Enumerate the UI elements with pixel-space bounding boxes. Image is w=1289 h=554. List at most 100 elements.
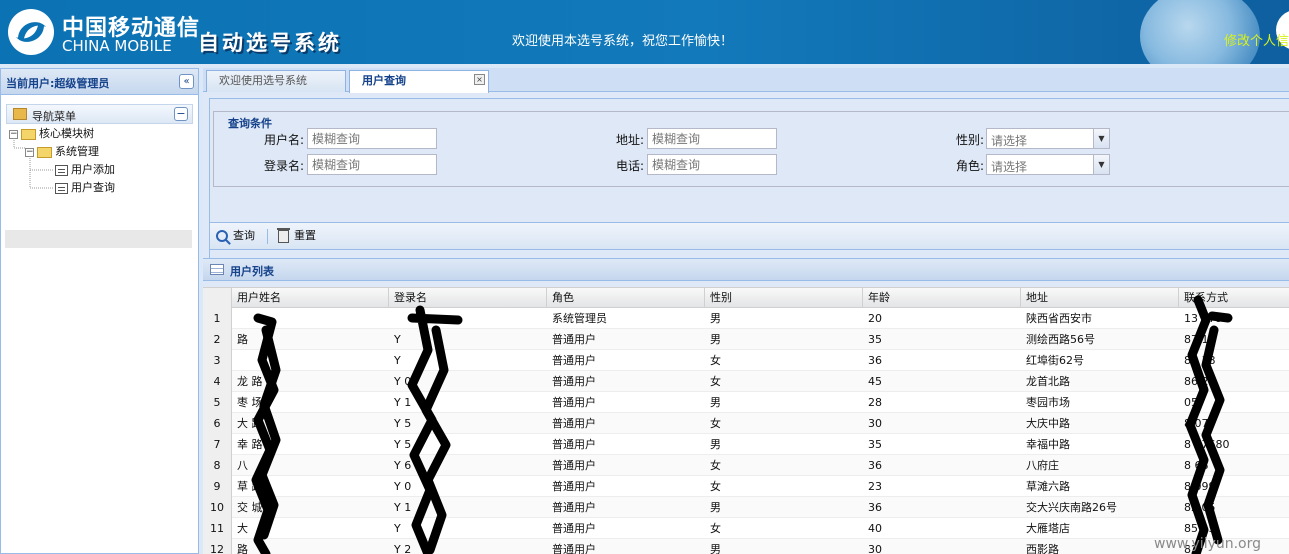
table-row[interactable]: 5 枣 场 Y 1 普通用户 男 28 枣园市场 05 <box>203 392 1289 413</box>
search-button[interactable]: 查询 <box>216 228 255 244</box>
table-cell-login: Y 2 <box>394 543 412 554</box>
table-row[interactable]: 11 大 Y 普通用户女 40 大雁塔店 85 25 <box>203 518 1289 539</box>
table-row[interactable]: 9 草 路 Y 0 普通用户 女 23 草滩六路 8 099 <box>203 476 1289 497</box>
gender-select[interactable]: 请选择 ▼ <box>986 128 1110 149</box>
table-cell-phone: 13 579 <box>1184 312 1223 325</box>
role-select[interactable]: 请选择 ▼ <box>986 154 1110 175</box>
table-cell-age: 36 <box>868 459 882 472</box>
table-cell-phone: 86 27 <box>1184 375 1216 388</box>
table-cell-age: 28 <box>868 396 882 409</box>
username-input[interactable] <box>307 128 437 149</box>
table-row[interactable]: 12 路Y 2 普通用户男 30 西影路 82 <box>203 539 1289 554</box>
table-cell-gender: 女 <box>710 522 721 535</box>
column-header[interactable]: 性别 <box>705 288 863 308</box>
table-cell-login: Y 5 <box>394 438 412 451</box>
table-cell-role: 普通用户 <box>552 354 596 367</box>
table-cell-phone: 87 13 <box>1184 333 1216 346</box>
table-cell-address: 枣园市场 <box>1026 396 1070 409</box>
table-row[interactable]: 6 大 路 Y 5 普通用户 女 30 大庆中路 8 07 <box>203 413 1289 434</box>
grid-column-header: 用户姓名 登录名 角色 性别 年龄 地址 联系方式 <box>203 287 1289 308</box>
table-cell-age: 23 <box>868 480 882 493</box>
address-label: 地址: <box>615 133 644 147</box>
table-cell-age: 45 <box>868 375 882 388</box>
table-cell-name <box>232 350 389 371</box>
table-cell-age: 30 <box>868 543 882 554</box>
table-cell-gender: 男 <box>710 333 721 346</box>
table-cell-gender: 男 <box>710 501 721 514</box>
table-cell-login: Y 0 <box>394 375 412 388</box>
row-number: 1 <box>203 308 232 329</box>
table-cell-login: Y 1 <box>394 396 412 409</box>
close-tab-icon[interactable]: × <box>474 74 485 85</box>
table-cell-name: 草 路 <box>237 480 263 493</box>
table-cell-address: 大庆中路 <box>1026 417 1070 430</box>
table-cell-gender: 女 <box>710 417 721 430</box>
table-cell-name: 大 路 <box>237 417 263 430</box>
row-number: 6 <box>203 413 232 434</box>
table-row[interactable]: 3 Y 普通用户 女 36 红埠街62号 87 38 <box>203 350 1289 371</box>
table-cell-address: 交大兴庆南路26号 <box>1026 501 1117 514</box>
system-title: 自动选号系统 <box>198 31 342 55</box>
table-cell-role: 普通用户 <box>552 480 596 493</box>
table-cell-age: 35 <box>868 438 882 451</box>
table-cell-gender: 男 <box>710 312 721 325</box>
login-name-input[interactable] <box>307 154 437 175</box>
table-cell-role: 普通用户 <box>552 417 596 430</box>
table-cell-role: 系统管理员 <box>552 312 607 325</box>
row-number-header <box>203 288 232 308</box>
table-cell-phone: 05 <box>1184 396 1198 409</box>
query-fieldset: 查询条件 用户名: 地址: 性别: 请选择 ▼ 登录名: 电话: 角色: 请选择 ▼ <box>213 111 1289 187</box>
table-cell-role: 普通用户 <box>552 438 596 451</box>
table-cell-age: 36 <box>868 501 882 514</box>
table-cell-login: Y 1 <box>394 501 412 514</box>
table-row[interactable]: 2 路 Y 普通用户 男 35 测绘西路56号 87 13 <box>203 329 1289 350</box>
column-header[interactable]: 年龄 <box>863 288 1021 308</box>
table-cell-phone: 8 77680 <box>1184 438 1230 451</box>
table-cell-name: 八 <box>237 459 248 472</box>
table-cell-age: 20 <box>868 312 882 325</box>
table-cell-name: 枣 场 <box>237 396 263 409</box>
role-label: 角色: <box>955 159 984 173</box>
row-number: 3 <box>203 350 232 371</box>
table-cell-name: 交 城 <box>237 501 263 514</box>
table-row[interactable]: 8八 Y 6 普通用户 女 36 八府庄 8 68 <box>203 455 1289 476</box>
table-cell-role: 普通用户 <box>552 501 596 514</box>
column-header[interactable]: 角色 <box>547 288 705 308</box>
watermark-text: www.yiiyun.org <box>1154 536 1262 552</box>
table-row[interactable]: 1 系统管理员 男 20 陕西省西安市 13 579 <box>203 308 1289 329</box>
user-list-panel: 用户列表 用户姓名 登录名 角色 性别 年龄 地址 联系方式 1 系统管理员男 20… <box>203 258 1289 554</box>
edit-personal-info-link[interactable]: 修改个人信 <box>1224 30 1289 49</box>
trash-icon <box>277 227 290 243</box>
row-number: 4 <box>203 371 232 392</box>
table-cell-role: 普通用户 <box>552 522 596 535</box>
phone-input[interactable] <box>647 154 777 175</box>
table-cell-role: 普通用户 <box>552 543 596 554</box>
table-row[interactable]: 10 交 城 Y 1 普通用户 男 36 交大兴庆南路26号 82 05 <box>203 497 1289 518</box>
table-cell-gender: 女 <box>710 354 721 367</box>
row-number: 8 <box>203 455 232 476</box>
chevron-down-icon[interactable]: ▼ <box>1093 129 1109 148</box>
table-icon <box>210 264 224 275</box>
table-cell-name: 龙 路 <box>237 375 263 388</box>
tab-welcome[interactable]: 欢迎使用选号系统 <box>206 70 346 92</box>
table-cell-address: 陕西省西安市 <box>1026 312 1092 325</box>
address-input[interactable] <box>647 128 777 149</box>
chevron-down-icon[interactable]: ▼ <box>1093 155 1109 174</box>
table-row[interactable]: 7 幸 路 Y 5 普通用户 男 35 幸福中路 8 77680 <box>203 434 1289 455</box>
table-cell-role: 普通用户 <box>552 459 596 472</box>
toolbar-separator <box>267 229 268 244</box>
column-header[interactable]: 地址 <box>1021 288 1179 308</box>
column-header[interactable]: 用户姓名 <box>232 288 389 308</box>
role-select-value: 请选择 <box>991 160 1028 174</box>
column-header[interactable]: 登录名 <box>389 288 547 308</box>
reset-button[interactable]: 重置 <box>277 227 316 244</box>
table-cell-login: Y <box>394 354 401 367</box>
column-header[interactable]: 联系方式 <box>1179 288 1289 308</box>
table-cell-age: 40 <box>868 522 882 535</box>
tab-user-query[interactable]: 用户查询 × <box>349 70 489 93</box>
row-number: 2 <box>203 329 232 350</box>
table-cell-login <box>389 308 547 329</box>
table-row[interactable]: 4 龙 路 Y 0 普通用户 女 45 龙首北路 86 27 <box>203 371 1289 392</box>
row-number: 10 <box>203 497 232 518</box>
table-cell-phone: 8 68 <box>1184 459 1209 472</box>
